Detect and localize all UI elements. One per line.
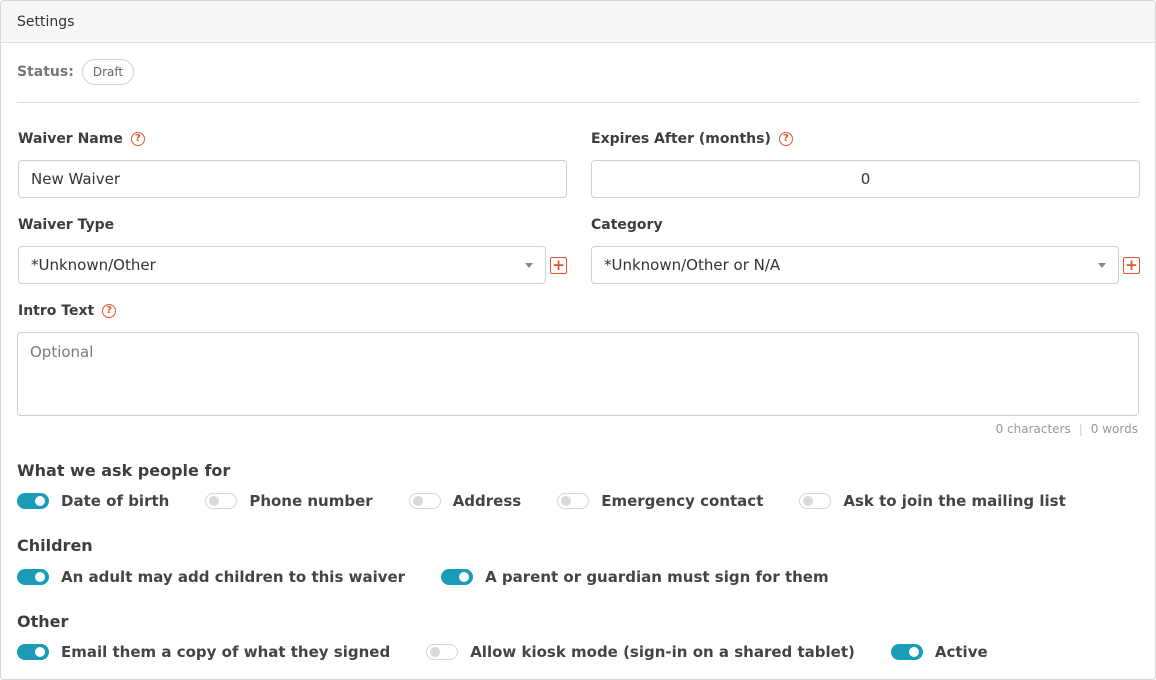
add-category-button[interactable]: +	[1123, 257, 1140, 274]
toggle-switch[interactable]	[408, 493, 441, 509]
toggle-switch[interactable]	[426, 644, 459, 660]
children-toggle-row: An adult may add children to this waiver…	[17, 568, 865, 586]
caret-down-icon	[525, 262, 533, 268]
toggle-label: A parent or guardian must sign for them	[485, 568, 829, 586]
toggle-label: Allow kiosk mode (sign-in on a shared ta…	[470, 643, 855, 661]
category-select[interactable]: *Unknown/Other or N/A	[591, 246, 1119, 284]
status-badge: Draft	[81, 59, 135, 85]
waiver-type-select[interactable]: *Unknown/Other	[18, 246, 546, 284]
toggle-active[interactable]: Active	[890, 643, 988, 661]
word-count: 0 words	[1090, 422, 1138, 436]
category-label: Category	[591, 217, 663, 233]
ask-toggle-row: Date of birth Phone number Address Emerg…	[17, 492, 1102, 510]
toggle-label: Phone number	[249, 492, 373, 510]
settings-card: Settings Status: Draft Waiver Name ? New…	[0, 0, 1156, 680]
add-waiver-type-button[interactable]: +	[550, 257, 567, 274]
intro-text-label: Intro Text ?	[18, 303, 117, 319]
status-row: Status: Draft	[17, 59, 135, 85]
toggle-switch[interactable]	[17, 644, 49, 660]
page-title: Settings	[17, 13, 75, 30]
expires-after-value: 0	[860, 170, 871, 188]
toggle-label: Emergency contact	[601, 492, 764, 510]
toggle-add-children[interactable]: An adult may add children to this waiver	[17, 568, 405, 586]
waiver-type-label: Waiver Type	[18, 217, 114, 233]
toggle-switch[interactable]	[17, 569, 49, 585]
intro-text-label-text: Intro Text	[18, 303, 95, 319]
toggle-emergency-contact[interactable]: Emergency contact	[557, 492, 763, 510]
text-counter: 0 characters | 0 words	[996, 422, 1138, 436]
toggle-label: Active	[934, 643, 988, 661]
toggle-label: Address	[452, 492, 522, 510]
intro-text-textarea[interactable]: Optional	[17, 332, 1139, 416]
toggle-date-of-birth[interactable]: Date of birth	[17, 492, 169, 510]
waiver-name-label: Waiver Name ?	[18, 131, 145, 147]
toggle-label: An adult may add children to this waiver	[61, 568, 406, 586]
children-section-title: Children	[17, 536, 93, 555]
toggle-label: Ask to join the mailing list	[843, 492, 1066, 510]
status-label: Status:	[17, 64, 74, 80]
expires-after-label-text: Expires After (months)	[591, 131, 771, 147]
question-circle-icon[interactable]: ?	[102, 304, 117, 318]
divider	[17, 102, 1139, 103]
counter-separator: |	[1078, 422, 1083, 436]
category-label-text: Category	[591, 217, 663, 233]
toggle-label: Email them a copy of what they signed	[61, 643, 391, 661]
waiver-name-value: New Waiver	[31, 170, 120, 188]
toggle-email-copy[interactable]: Email them a copy of what they signed	[17, 643, 390, 661]
question-circle-icon[interactable]: ?	[778, 132, 793, 146]
char-count: 0 characters	[995, 422, 1071, 436]
question-circle-icon[interactable]: ?	[130, 132, 145, 146]
toggle-switch[interactable]	[557, 493, 590, 509]
other-section-title: Other	[17, 612, 69, 631]
card-header: Settings	[1, 1, 1155, 43]
toggle-switch[interactable]	[205, 493, 238, 509]
toggle-guardian-sign[interactable]: A parent or guardian must sign for them	[441, 568, 829, 586]
toggle-mailing-list[interactable]: Ask to join the mailing list	[799, 492, 1066, 510]
expires-after-label: Expires After (months) ?	[591, 131, 793, 147]
waiver-name-label-text: Waiver Name	[18, 131, 123, 147]
intro-text-placeholder: Optional	[30, 343, 94, 361]
expires-after-input[interactable]: 0	[591, 160, 1140, 198]
toggle-address[interactable]: Address	[408, 492, 522, 510]
toggle-kiosk-mode[interactable]: Allow kiosk mode (sign-in on a shared ta…	[426, 643, 855, 661]
toggle-label: Date of birth	[61, 492, 170, 510]
caret-down-icon	[1098, 262, 1106, 268]
toggle-switch[interactable]	[799, 493, 832, 509]
toggle-switch[interactable]	[17, 493, 49, 509]
toggle-switch[interactable]	[441, 569, 474, 585]
toggle-switch[interactable]	[890, 644, 923, 660]
waiver-name-input[interactable]: New Waiver	[18, 160, 567, 198]
other-toggle-row: Email them a copy of what they signed Al…	[17, 643, 1024, 661]
waiver-type-value: *Unknown/Other	[31, 256, 156, 274]
waiver-type-label-text: Waiver Type	[18, 217, 115, 233]
category-value: *Unknown/Other or N/A	[604, 256, 781, 274]
ask-section-title: What we ask people for	[17, 461, 231, 480]
toggle-phone-number[interactable]: Phone number	[205, 492, 373, 510]
